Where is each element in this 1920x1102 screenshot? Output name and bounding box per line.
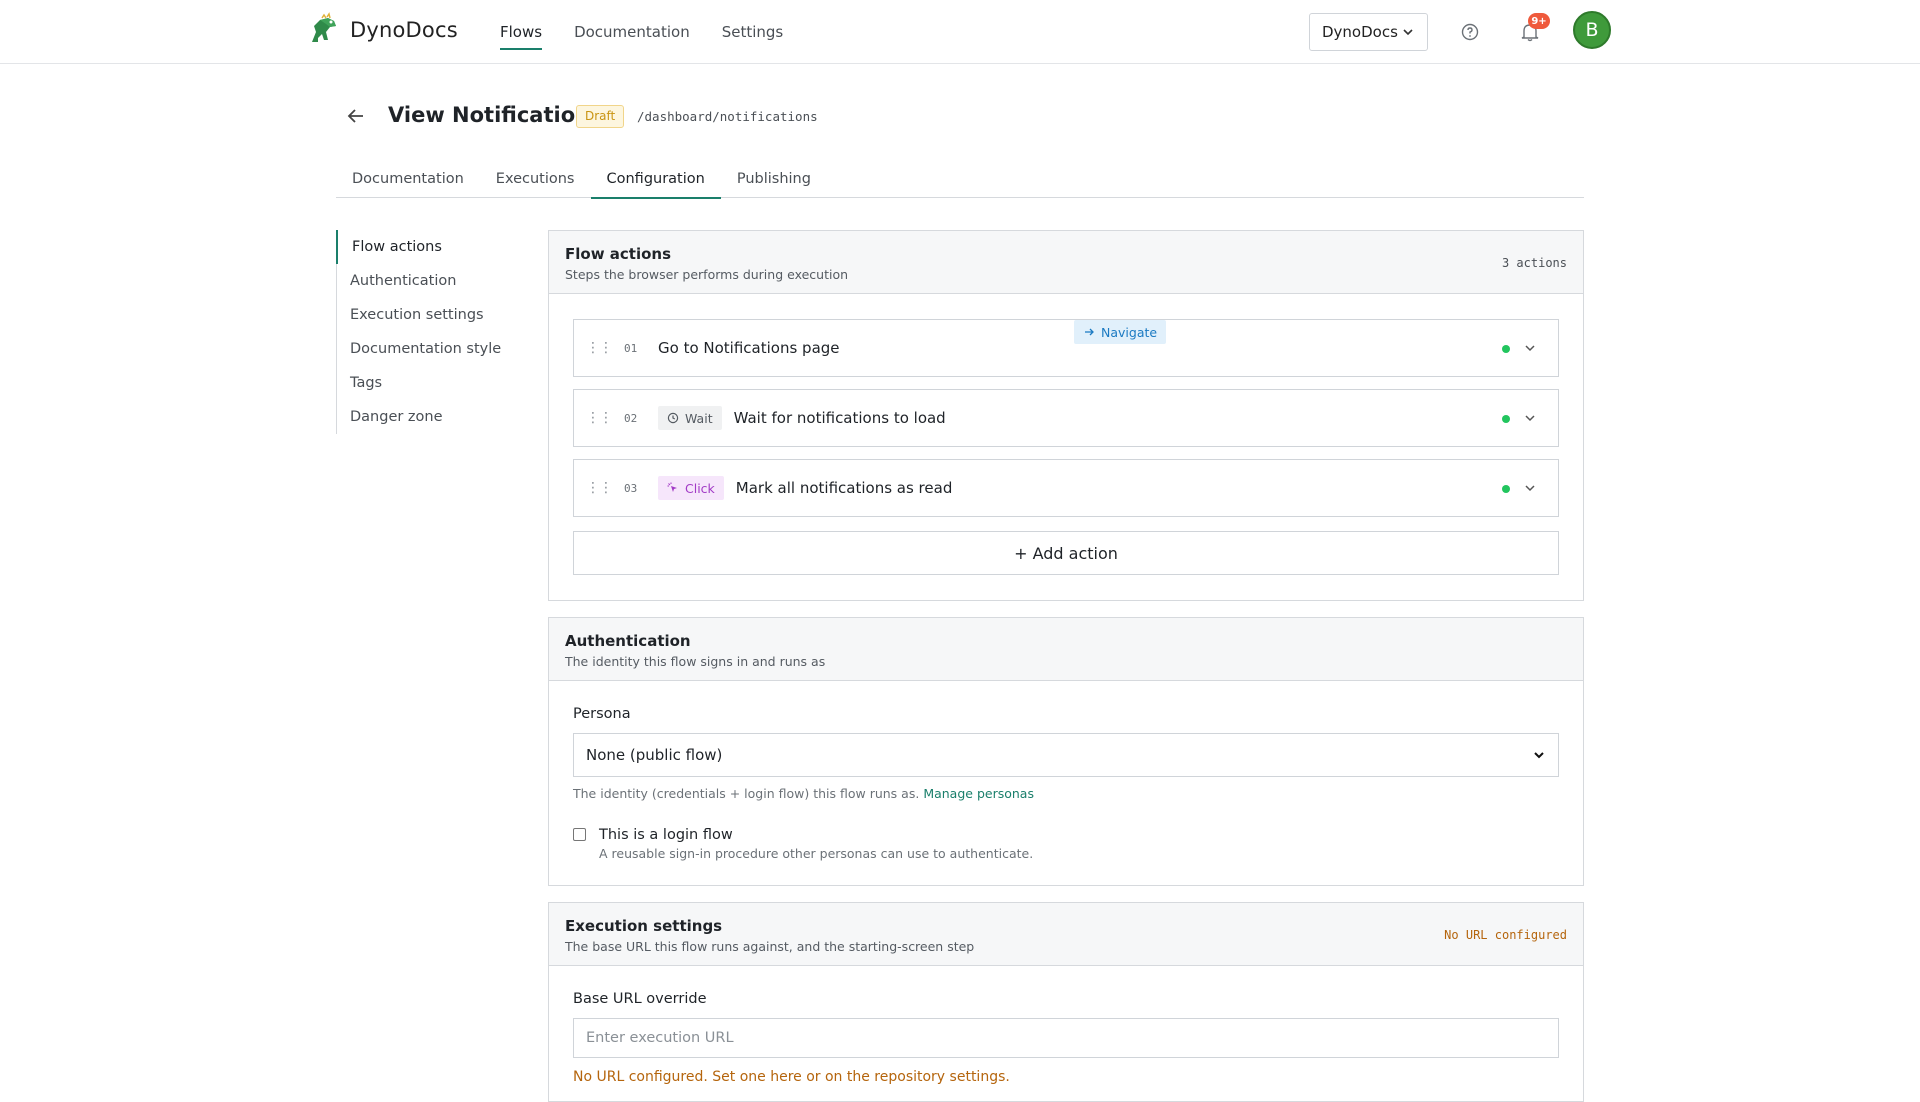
action-title: Wait for notifications to load xyxy=(733,409,946,427)
side-item-authentication[interactable]: Authentication xyxy=(337,264,506,298)
route-path: /dashboard/notifications xyxy=(637,109,818,124)
tab-documentation[interactable]: Documentation xyxy=(336,166,480,198)
card-title: Authentication xyxy=(565,632,691,650)
action-row[interactable]: ⋮⋮ 01 Navigate Go to Notifications page xyxy=(573,319,1559,377)
drag-handle-icon[interactable]: ⋮⋮ xyxy=(586,410,613,426)
card-subtitle: Steps the browser performs during execut… xyxy=(565,267,849,282)
card-subtitle: The base URL this flow runs against, and… xyxy=(565,939,975,954)
dino-logo-icon xyxy=(312,12,336,42)
base-url-label: Base URL override xyxy=(573,991,707,1007)
drag-handle-icon[interactable]: ⋮⋮ xyxy=(586,480,613,496)
action-row[interactable]: ⋮⋮ 03 Click Mark all notifications as re… xyxy=(573,459,1559,517)
action-count: 3 actions xyxy=(1501,256,1567,270)
url-warning: No URL configured. Set one here or on th… xyxy=(573,1069,1010,1085)
tab-publishing[interactable]: Publishing xyxy=(721,166,827,198)
action-type-chip: Wait xyxy=(658,406,722,430)
back-arrow-icon[interactable] xyxy=(344,104,368,128)
login-flow-label[interactable]: This is a login flow xyxy=(599,827,733,843)
action-type-label: Wait xyxy=(685,410,713,426)
persona-help-text: The identity (credentials + login flow) … xyxy=(573,786,920,801)
card-header: Execution settings The base URL this flo… xyxy=(549,903,1583,966)
app-name: DynoDocs xyxy=(350,18,458,42)
action-title: Go to Notifications page xyxy=(658,339,840,357)
status-dot xyxy=(1502,485,1510,493)
action-title: Mark all notifications as read xyxy=(735,479,953,497)
page-title: View Notifications xyxy=(388,103,603,127)
status-dot xyxy=(1502,345,1510,353)
side-item-flow-actions[interactable]: Flow actions xyxy=(336,230,506,264)
card-subtitle: The identity this flow signs in and runs… xyxy=(565,654,826,669)
persona-select[interactable]: None (public flow) xyxy=(573,733,1559,777)
help-circle-icon xyxy=(1461,23,1479,41)
persona-label: Persona xyxy=(573,706,631,722)
action-type-chip: Navigate xyxy=(1074,320,1167,344)
help-button[interactable] xyxy=(1458,18,1482,46)
base-url-input[interactable]: Enter execution URL xyxy=(573,1018,1559,1058)
action-row[interactable]: ⋮⋮ 02 Wait Wait for notifications to loa… xyxy=(573,389,1559,447)
add-action-button[interactable]: + Add action xyxy=(573,531,1559,575)
nav-flows[interactable]: Flows xyxy=(500,0,543,64)
top-nav-bar: DynoDocs Flows Documentation Settings Dy… xyxy=(0,0,1920,64)
action-number: 02 xyxy=(624,411,638,425)
card-title: Flow actions xyxy=(565,245,672,263)
action-type-chip: Click xyxy=(658,476,724,500)
url-status: No URL configured xyxy=(1444,928,1567,942)
side-item-execution-settings[interactable]: Execution settings xyxy=(337,298,506,332)
card-title: Execution settings xyxy=(565,917,723,935)
tab-configuration[interactable]: Configuration xyxy=(590,166,722,199)
status-dot xyxy=(1502,415,1510,423)
side-item-documentation-style[interactable]: Documentation style xyxy=(337,332,506,366)
org-selector-label: DynoDocs xyxy=(1322,23,1398,41)
login-flow-checkbox[interactable] xyxy=(573,828,586,841)
chevron-down-icon[interactable] xyxy=(1522,410,1538,426)
chevron-down-icon[interactable] xyxy=(1522,480,1538,496)
login-flow-desc: A reusable sign-in procedure other perso… xyxy=(599,846,1034,861)
card-header: Flow actions Steps the browser performs … xyxy=(549,231,1583,294)
action-type-label: Click xyxy=(685,480,715,496)
action-number: 03 xyxy=(624,481,638,495)
chevron-down-icon xyxy=(1403,29,1413,36)
flow-actions-card: Flow actions Steps the browser performs … xyxy=(548,230,1584,601)
manage-personas-link[interactable]: Manage personas xyxy=(923,786,1034,801)
action-type-label: Navigate xyxy=(1101,324,1158,340)
avatar[interactable]: B xyxy=(1573,11,1611,49)
chevron-down-icon xyxy=(1534,752,1544,759)
action-number: 01 xyxy=(624,341,638,355)
config-side-nav: Flow actions Authentication Execution se… xyxy=(336,230,506,434)
persona-help: The identity (credentials + login flow) … xyxy=(573,786,1034,801)
chevron-down-icon[interactable] xyxy=(1522,340,1538,356)
clock-icon xyxy=(667,412,679,424)
card-header: Authentication The identity this flow si… xyxy=(549,618,1583,681)
nav-settings[interactable]: Settings xyxy=(722,0,784,64)
arrow-right-icon xyxy=(1085,328,1094,336)
drag-handle-icon[interactable]: ⋮⋮ xyxy=(586,340,613,356)
side-item-danger-zone[interactable]: Danger zone xyxy=(337,400,506,434)
tab-bar: Documentation Executions Configuration P… xyxy=(336,166,1584,199)
tab-executions[interactable]: Executions xyxy=(480,166,591,198)
notification-badge: 9+ xyxy=(1528,13,1550,29)
brand[interactable]: DynoDocs xyxy=(306,10,458,50)
nav-documentation[interactable]: Documentation xyxy=(574,0,690,64)
execution-settings-card: Execution settings The base URL this flo… xyxy=(548,902,1584,1102)
org-selector[interactable]: DynoDocs xyxy=(1309,13,1428,51)
main-nav: Flows Documentation Settings xyxy=(500,0,815,64)
cursor-click-icon xyxy=(667,482,677,492)
side-item-tags[interactable]: Tags xyxy=(337,366,506,400)
authentication-card: Authentication The identity this flow si… xyxy=(548,617,1584,886)
persona-value: None (public flow) xyxy=(586,746,723,764)
status-badge: Draft xyxy=(576,105,625,128)
